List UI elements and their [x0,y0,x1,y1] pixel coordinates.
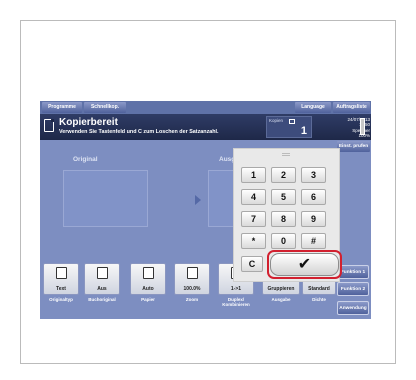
tile-value: Text [56,286,66,292]
zoom-icon [187,267,198,279]
key-5[interactable]: 5 [271,189,296,205]
tile-label: Duplex/ Kombinieren [222,297,250,307]
copy-stack-icon [289,119,295,124]
anwendung-button[interactable]: Anwendung [337,301,369,315]
key-6[interactable]: 6 [301,189,326,205]
tile-label: Buchoriginal [88,297,116,302]
document-icon [44,119,54,132]
copies-counter: Kopien 1 [266,116,312,138]
original-preview [63,170,148,227]
key-2[interactable]: 2 [271,167,296,183]
copies-value: 1 [300,125,307,137]
schnellkop-button[interactable]: Schnellkop. [84,102,126,113]
tile-value: Gruppieren [267,286,295,292]
key-9[interactable]: 9 [301,211,326,227]
book-icon [97,267,108,279]
tile-value: Auto [142,286,154,292]
key-4[interactable]: 4 [241,189,266,205]
original-label: Original [73,156,98,163]
key-3[interactable]: 3 [301,167,326,183]
tile-buchoriginal[interactable]: Aus [84,263,120,295]
page-title: Kopierbereit [59,117,118,128]
tile-label: Papier [141,297,155,302]
programme-button[interactable]: Programme [42,102,82,113]
tile-label: Ausgabe [271,297,291,302]
tile-value: Standard [308,286,330,292]
key-hash[interactable]: # [301,233,326,249]
tile-zoom[interactable]: 100.0% [174,263,210,295]
tile-value: Aus [97,286,107,292]
tile-label: Originaltyp [49,297,73,302]
tile-value: 1->1 [230,286,242,292]
language-button[interactable]: Language [295,102,331,113]
instruction-text: Verwenden Sie Tastenfeld und C zum Losch… [59,129,219,135]
tile-label: Dichte [312,297,326,302]
clear-button[interactable]: C [241,256,263,272]
key-star[interactable]: * [241,233,266,249]
top-bar: Programme Schnellkop. Language Auftragsl… [40,101,371,114]
tile-papier[interactable]: Auto [130,263,166,295]
document-icon [56,267,67,279]
drag-handle-icon[interactable] [282,153,290,156]
key-8[interactable]: 8 [271,211,296,227]
status-info: 24/07/2013 11:50 Speicher 100% [340,117,370,138]
einst-pruefen-button[interactable]: Einst. prufen [337,141,370,152]
tile-label: Zoom [185,297,199,302]
arrow-right-icon [195,195,201,205]
key-1[interactable]: 1 [241,167,266,183]
tile-originaltyp[interactable]: Text [43,263,79,295]
toner-level-icon [360,118,365,135]
paper-icon [143,267,154,279]
key-7[interactable]: 7 [241,211,266,227]
header: Kopierbereit Verwenden Sie Tastenfeld un… [40,114,371,140]
tile-value: 100.0% [183,286,201,292]
key-0[interactable]: 0 [271,233,296,249]
auftragsliste-button[interactable]: Auftragsliste [333,102,370,113]
copies-label: Kopien [269,118,284,123]
ok-button[interactable]: ✔ [270,253,339,276]
memory-value: 100% [358,132,370,138]
funktion-2-button[interactable]: Funktion 2 [337,282,369,296]
